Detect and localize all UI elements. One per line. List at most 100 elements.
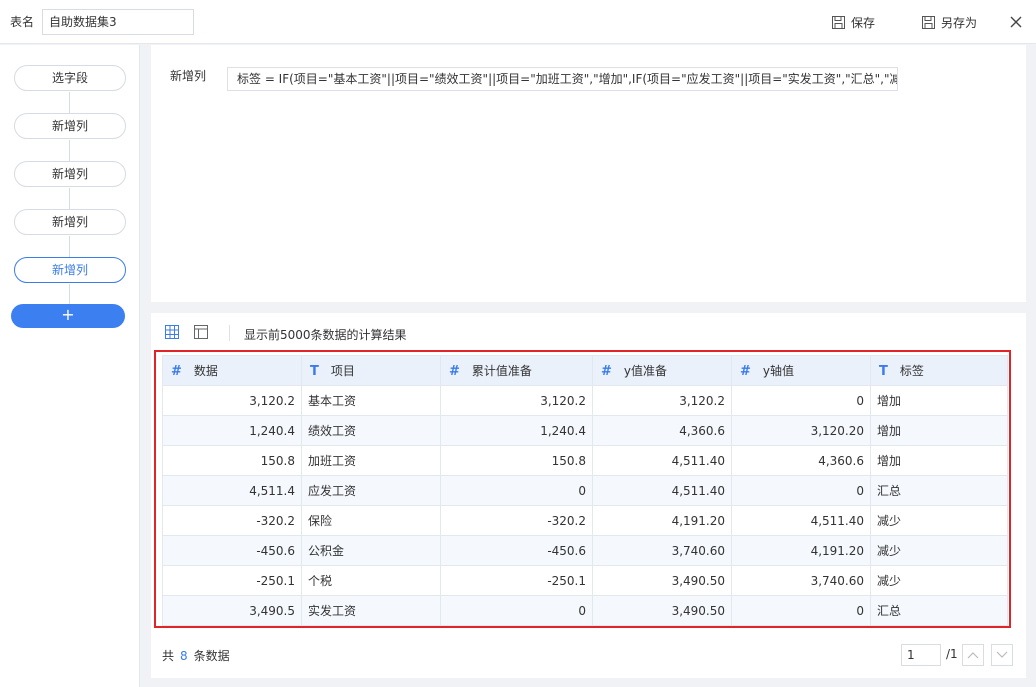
save-icon [832, 15, 845, 29]
result-table: # 数据 T 项目 # 累计值准备 # y值准备 # y轴值 T 标签 3,120.2 基本… [162, 355, 1008, 626]
toolbar-divider [229, 325, 230, 341]
step-add-column-3[interactable]: 新增列 [14, 209, 126, 235]
step-add-column-2[interactable]: 新增列 [14, 161, 126, 187]
table-cell: -450.6 [162, 535, 302, 566]
step-add-column-4[interactable]: 新增列 [14, 257, 126, 283]
close-icon [1010, 16, 1022, 28]
table-cell: 0 [440, 595, 593, 626]
number-type-icon: # [740, 364, 751, 379]
row-count: 共 8 条数据 [162, 647, 230, 664]
table-cell: 4,511.40 [592, 475, 732, 506]
row-count-suffix: 条数据 [193, 649, 230, 663]
table-header-row: # 数据 T 项目 # 累计值准备 # y值准备 # y轴值 T 标签 [162, 355, 1008, 386]
save-as-icon [922, 15, 935, 29]
column-header[interactable]: T 项目 [301, 355, 441, 386]
table-cell: 4,511.40 [592, 445, 732, 476]
column-name: 数据 [193, 364, 218, 378]
table-cell: 1,240.4 [162, 415, 302, 446]
table-cell: 4,360.6 [592, 415, 732, 446]
table-row: 1,240.4 绩效工资 1,240.4 4,360.6 3,120.20 增加 [162, 415, 1008, 446]
column-header[interactable]: # 数据 [162, 355, 302, 386]
column-header[interactable]: # y值准备 [592, 355, 732, 386]
chevron-down-icon [996, 651, 1008, 658]
table-cell: 3,120.20 [731, 415, 871, 446]
table-cell: 绩效工资 [301, 415, 441, 446]
add-step-button[interactable]: + [11, 304, 125, 328]
save-label: 保存 [851, 15, 876, 30]
formula-label: 新增列 [170, 69, 207, 83]
table-row: 150.8 加班工资 150.8 4,511.40 4,360.6 增加 [162, 445, 1008, 476]
table-cell: 减少 [870, 505, 1008, 536]
table-cell: 减少 [870, 565, 1008, 596]
table-row: 3,120.2 基本工资 3,120.2 3,120.2 0 增加 [162, 385, 1008, 416]
column-name: 项目 [330, 364, 355, 378]
number-type-icon: # [449, 364, 460, 379]
table-cell: 个税 [301, 565, 441, 596]
result-note: 显示前5000条数据的计算结果 [244, 328, 407, 342]
table-cell: 实发工资 [301, 595, 441, 626]
text-type-icon: T [310, 364, 319, 379]
step-connector [69, 140, 70, 162]
result-panel: 显示前5000条数据的计算结果 # 数据 T 项目 # 累计值准备 # y值准备 # y轴… [151, 313, 1026, 678]
table-cell: 3,120.2 [162, 385, 302, 416]
table-cell: 0 [731, 385, 871, 416]
column-name: 累计值准备 [471, 364, 532, 378]
step-add-column-1[interactable]: 新增列 [14, 113, 126, 139]
table-cell: 公积金 [301, 535, 441, 566]
table-name-input[interactable]: 自助数据集3 [42, 8, 195, 35]
table-cell: 增加 [870, 385, 1008, 416]
formula-panel: 新增列 标签 = IF(项目="基本工资"||项目="绩效工资"||项目="加班… [151, 45, 1026, 302]
prev-page-button[interactable] [962, 644, 984, 666]
table-cell: -450.6 [440, 535, 593, 566]
formula-input[interactable]: 标签 = IF(项目="基本工资"||项目="绩效工资"||项目="加班工资",… [227, 67, 898, 91]
top-bar: 表名 自助数据集3 保存 另存为 [0, 0, 1036, 44]
table-cell: 增加 [870, 445, 1008, 476]
save-as-button[interactable]: 另存为 [922, 0, 977, 44]
next-page-button[interactable] [991, 644, 1013, 666]
number-type-icon: # [601, 364, 612, 379]
table-cell: 应发工资 [301, 475, 441, 506]
table-cell: 汇总 [870, 475, 1008, 506]
row-count-value: 8 [180, 649, 188, 663]
table-cell: 0 [731, 595, 871, 626]
table-cell: 3,490.50 [592, 565, 732, 596]
table-cell: 4,511.4 [162, 475, 302, 506]
table-cell: 减少 [870, 535, 1008, 566]
column-name: y轴值 [762, 364, 795, 378]
layout-view-icon[interactable] [194, 325, 208, 339]
table-cell: 150.8 [440, 445, 593, 476]
highlighted-result-table: # 数据 T 项目 # 累计值准备 # y值准备 # y轴值 T 标签 3,120.2 基本… [154, 350, 1011, 628]
table-cell: 3,740.60 [731, 565, 871, 596]
page-number-input[interactable]: 1 [901, 644, 941, 666]
table-cell: 4,191.20 [592, 505, 732, 536]
table-cell: 4,511.40 [731, 505, 871, 536]
step-connector [69, 284, 70, 305]
table-row: 3,490.5 实发工资 0 3,490.50 0 汇总 [162, 595, 1008, 626]
step-select-fields[interactable]: 选字段 [14, 65, 126, 91]
table-cell: 加班工资 [301, 445, 441, 476]
chevron-up-icon [967, 652, 979, 659]
number-type-icon: # [171, 364, 182, 379]
row-count-prefix: 共 [162, 649, 175, 663]
column-name: 标签 [899, 364, 924, 378]
table-cell: 1,240.4 [440, 415, 593, 446]
table-cell: 0 [731, 475, 871, 506]
save-button[interactable]: 保存 [832, 0, 875, 44]
step-connector [69, 236, 70, 258]
table-name-label: 表名 [10, 15, 35, 29]
table-cell: 4,360.6 [731, 445, 871, 476]
table-cell: 汇总 [870, 595, 1008, 626]
table-cell: -250.1 [440, 565, 593, 596]
column-header[interactable]: # 累计值准备 [440, 355, 593, 386]
table-cell: 3,120.2 [592, 385, 732, 416]
close-button[interactable] [1006, 0, 1026, 44]
table-cell: -320.2 [162, 505, 302, 536]
table-cell: 0 [440, 475, 593, 506]
table-cell: 4,191.20 [731, 535, 871, 566]
table-cell: 基本工资 [301, 385, 441, 416]
table-row: -450.6 公积金 -450.6 3,740.60 4,191.20 减少 [162, 535, 1008, 566]
table-view-icon[interactable] [165, 325, 179, 339]
table-cell: -250.1 [162, 565, 302, 596]
column-header[interactable]: # y轴值 [731, 355, 871, 386]
column-header[interactable]: T 标签 [870, 355, 1008, 386]
